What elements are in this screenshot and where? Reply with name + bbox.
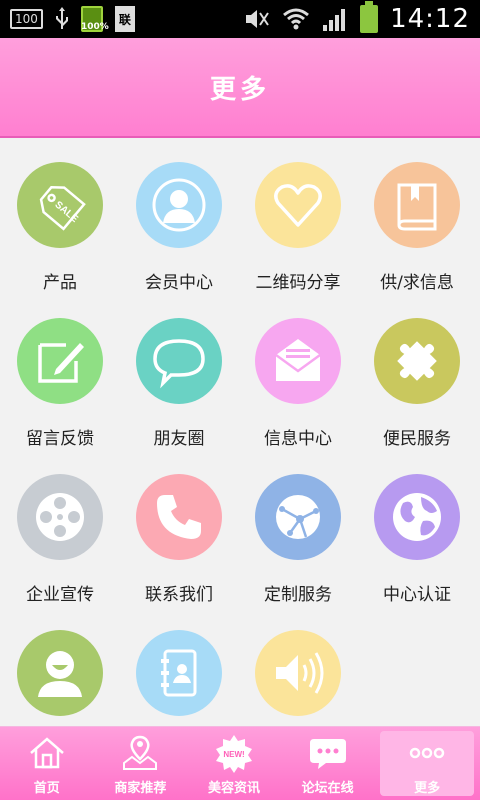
nav-label: 更多 (414, 781, 441, 796)
pencil-note-icon (17, 318, 103, 404)
nav-beauty-news[interactable]: NEW! 美容资讯 (187, 727, 281, 800)
nav-label: 首页 (33, 781, 60, 796)
grid-item-qr-share[interactable]: 二维码分享 (238, 140, 358, 296)
grid-item-promotion[interactable]: 企业宣传 (0, 452, 120, 608)
envelope-icon (255, 318, 341, 404)
more-dots-icon (409, 747, 445, 759)
grid-item-supply-demand[interactable]: 供/求信息 (357, 140, 477, 296)
notification-badge: 100 (10, 9, 43, 29)
nav-merchant-recommend[interactable]: 商家推荐 (94, 727, 188, 800)
battery-notify-icon: 100% (80, 6, 109, 32)
home-icon (29, 737, 64, 769)
book-icon (374, 162, 460, 248)
mute-icon (246, 10, 269, 28)
nav-forum[interactable]: 论坛在线 (281, 727, 375, 800)
grid-item-convenience[interactable]: 便民服务 (357, 296, 477, 452)
svg-text:SALE: SALE (52, 199, 80, 225)
phone-icon (136, 474, 222, 560)
person-icon (136, 162, 222, 248)
grid-item-contacts[interactable] (119, 608, 239, 726)
grid-item-custom-service[interactable]: 定制服务 (238, 452, 358, 608)
contacts-book-icon (136, 630, 222, 716)
battery-icon (360, 1, 379, 33)
world-icon (374, 474, 460, 560)
map-pin-icon (123, 735, 158, 770)
grid-item-message-center[interactable]: 信息中心 (238, 296, 358, 452)
nav-label: 论坛在线 (301, 781, 354, 796)
grid-item-certification[interactable]: 中心认证 (357, 452, 477, 608)
grid-item-member-center[interactable]: 会员中心 (119, 140, 239, 296)
chat-icon (309, 739, 346, 769)
price-tag-icon: SALE (17, 162, 103, 248)
grid-item-label: 中心认证 (383, 585, 451, 605)
chat-bubble-icon (136, 318, 222, 404)
nav-more[interactable]: 更多 (380, 731, 474, 796)
grid-item-feedback[interactable]: 留言反馈 (0, 296, 120, 452)
status-left: 100 100% 联 (10, 6, 135, 32)
grid-item-label: 产品 (43, 273, 77, 293)
speaker-icon (255, 630, 341, 716)
page-title: 更多 (209, 74, 270, 105)
doc-notify-icon: 联 (114, 6, 135, 32)
grid-item-label: 便民服务 (383, 429, 451, 449)
grid-item-label: 供/求信息 (380, 273, 454, 293)
grid-item-user[interactable] (0, 608, 120, 726)
grid-item-label: 企业宣传 (26, 585, 94, 605)
grid-item-label: 二维码分享 (255, 273, 341, 293)
puzzle-icon (374, 318, 460, 404)
new-badge-icon: NEW! (215, 735, 252, 773)
battery-notify-label: 100% (81, 22, 109, 32)
page-header: 更多 (0, 38, 480, 138)
feature-grid: SALE 产品 会员中心 二维码分享 供/求信息 留言反馈 朋友圈 信息中心 便… (0, 140, 480, 726)
grid-item-label: 定制服务 (264, 585, 332, 605)
signal-icon (323, 9, 346, 31)
status-bar: 100 100% 联 14:12 (0, 0, 480, 38)
wifi-icon (283, 8, 310, 30)
clock: 14:12 (390, 4, 470, 34)
grid-item-contact-us[interactable]: 联系我们 (119, 452, 239, 608)
grid-item-label: 朋友圈 (153, 429, 205, 449)
smiley-user-icon (17, 630, 103, 716)
nav-label: 美容资讯 (207, 781, 260, 796)
film-reel-icon (17, 474, 103, 560)
grid-item-label: 留言反馈 (26, 429, 94, 449)
usb-icon (55, 7, 68, 29)
globe-network-icon (255, 474, 341, 560)
grid-item-audio[interactable] (238, 608, 358, 726)
status-right: 14:12 (244, 1, 470, 34)
grid-item-friends[interactable]: 朋友圈 (119, 296, 239, 452)
grid-item-label: 会员中心 (145, 273, 213, 293)
bottom-nav: 首页 商家推荐 NEW! 美容资讯 论坛在线 更多 (0, 726, 480, 800)
heart-icon (255, 162, 341, 248)
nav-label: 商家推荐 (114, 781, 167, 796)
new-badge-text: NEW! (223, 750, 244, 759)
nav-home[interactable]: 首页 (0, 727, 94, 800)
grid-item-products[interactable]: SALE 产品 (0, 140, 120, 296)
grid-item-label: 信息中心 (264, 429, 332, 449)
doc-notify-label: 联 (118, 12, 131, 27)
grid-item-label: 联系我们 (145, 585, 213, 605)
